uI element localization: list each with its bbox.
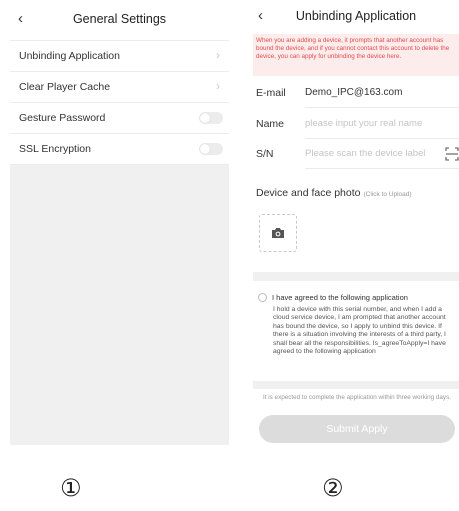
submit-apply-button[interactable]: Submit Apply: [259, 415, 455, 443]
camera-icon: [272, 228, 284, 238]
screen-marker-1: ①: [60, 474, 82, 502]
email-field: E-mail Demo_IPC@163.com: [253, 82, 459, 108]
settings-item-label: Unbinding Application: [19, 50, 120, 62]
name-input[interactable]: please input your real name: [305, 118, 422, 129]
divider: [305, 168, 459, 169]
photo-section-title: Device and face photo (Click to Upload): [256, 187, 412, 199]
email-label: E-mail: [256, 87, 286, 99]
upload-hint: (Click to Upload): [363, 191, 412, 198]
page-title: General Settings: [72, 12, 167, 26]
general-settings-screen: ‹ General Settings Unbinding Application…: [10, 0, 229, 445]
gesture-password-toggle[interactable]: [199, 112, 223, 124]
divider: [305, 107, 459, 108]
divider: [305, 138, 459, 139]
agree-radio[interactable]: [258, 293, 267, 302]
name-field[interactable]: Name please input your real name: [253, 113, 459, 139]
name-label: Name: [256, 118, 285, 130]
ssl-encryption-toggle[interactable]: [199, 143, 223, 155]
sn-label: S/N: [256, 148, 274, 160]
navbar: ‹ Unbinding Application: [253, 0, 459, 34]
sn-field[interactable]: S/N Please scan the device label: [253, 143, 459, 169]
unbinding-application-screen: ‹ Unbinding Application When you are add…: [253, 0, 459, 445]
agreement-text: I hold a device with this serial number,…: [273, 306, 446, 356]
section-divider: [253, 381, 459, 389]
page-title: Unbinding Application: [295, 9, 417, 23]
sn-input[interactable]: Please scan the device label: [305, 148, 425, 159]
section-divider: [253, 272, 459, 281]
navbar: ‹ General Settings: [10, 0, 229, 40]
photo-title: Device and face photo: [256, 187, 361, 199]
toggle-knob: [200, 113, 210, 123]
settings-item-clear-player-cache[interactable]: Clear Player Cache ›: [10, 71, 229, 102]
settings-item-ssl-encryption: SSL Encryption: [10, 133, 229, 165]
chevron-right-icon: ›: [216, 48, 220, 62]
processing-time-note: It is expected to complete the applicati…: [263, 394, 451, 401]
email-value: Demo_IPC@163.com: [305, 87, 403, 98]
photo-upload-button[interactable]: [259, 214, 297, 252]
settings-item-label: Clear Player Cache: [19, 81, 111, 93]
settings-item-label: Gesture Password: [19, 112, 106, 124]
chevron-right-icon: ›: [216, 79, 220, 93]
scan-icon[interactable]: [445, 147, 459, 161]
screen-marker-2: ②: [322, 474, 344, 502]
settings-item-gesture-password: Gesture Password: [10, 102, 229, 133]
settings-item-unbinding-application[interactable]: Unbinding Application ›: [10, 40, 229, 71]
agree-title[interactable]: I have agreed to the following applicati…: [272, 293, 408, 302]
toggle-knob: [200, 144, 210, 154]
warning-notice: When you are adding a device, it prompts…: [253, 34, 459, 76]
settings-item-label: SSL Encryption: [19, 143, 91, 155]
